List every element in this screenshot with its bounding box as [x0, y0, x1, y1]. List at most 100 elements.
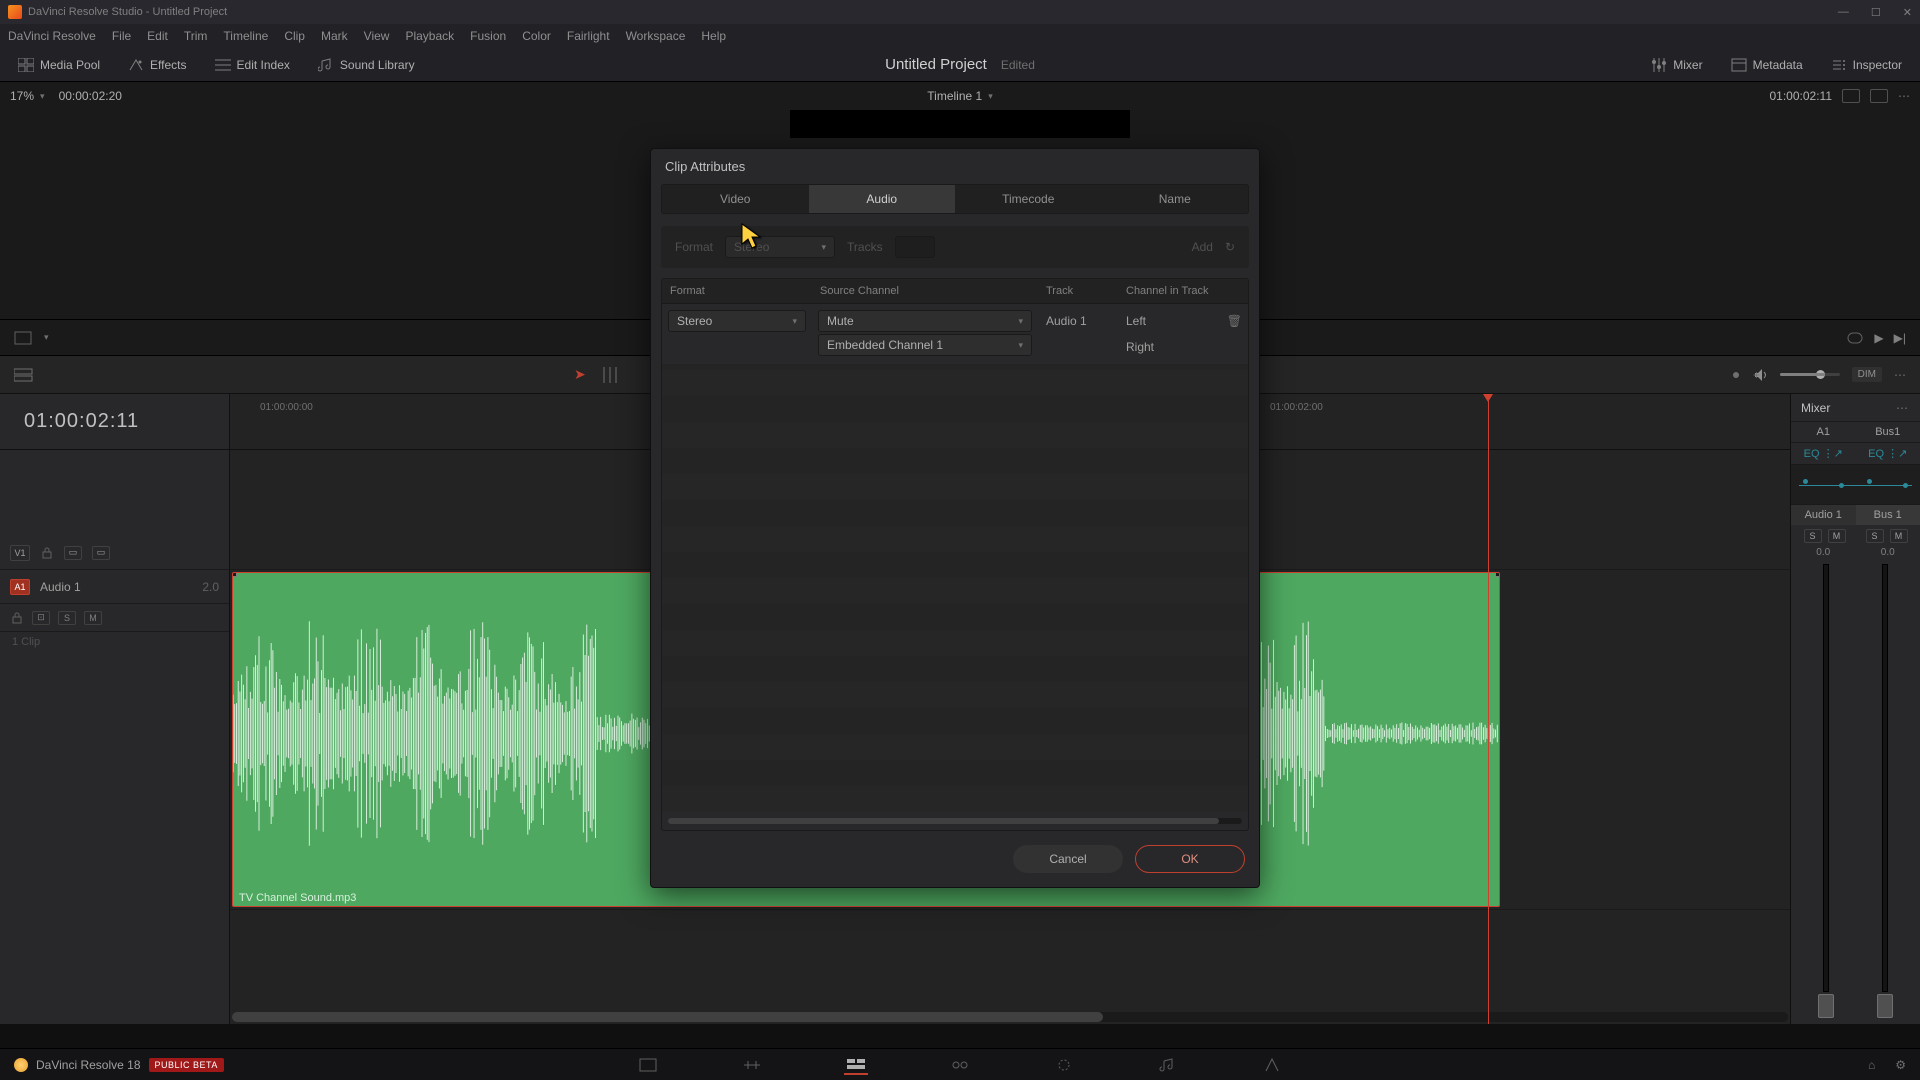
scrollbar-thumb[interactable] [232, 1012, 1103, 1022]
viewer-options-icon[interactable]: ⋯ [1898, 89, 1910, 103]
tab-timecode[interactable]: Timecode [955, 185, 1102, 213]
menu-davinci-resolve[interactable]: DaVinci Resolve [8, 29, 96, 43]
menu-trim[interactable]: Trim [184, 29, 208, 43]
add-button[interactable]: Add [1192, 240, 1213, 254]
mixer-eq-graph[interactable] [1791, 465, 1920, 505]
row-source-1-select[interactable]: Mute▾ [818, 310, 1032, 332]
v1-box[interactable]: V1 [10, 545, 30, 561]
menu-workspace[interactable]: Workspace [626, 29, 686, 43]
menu-fairlight[interactable]: Fairlight [567, 29, 610, 43]
menu-file[interactable]: File [112, 29, 131, 43]
cancel-button[interactable]: Cancel [1013, 845, 1123, 873]
tab-audio[interactable]: Audio [809, 185, 956, 213]
media-page-icon[interactable] [636, 1055, 660, 1075]
single-viewer-button[interactable] [1870, 89, 1888, 103]
mixer-bus1-mute[interactable]: M [1890, 529, 1908, 543]
tab-video[interactable]: Video [662, 185, 809, 213]
cut-page-icon[interactable] [740, 1055, 764, 1075]
edit-index-button[interactable]: Edit Index [209, 54, 296, 76]
v1-toggle-2[interactable]: ▭ [92, 546, 110, 560]
inspector-button[interactable]: Inspector [1825, 54, 1908, 76]
effects-button[interactable]: Effects [122, 54, 192, 76]
menu-view[interactable]: View [364, 29, 390, 43]
zoom-in-icon[interactable]: + [1753, 368, 1760, 382]
mixer-bus1-solo[interactable]: S [1866, 529, 1884, 543]
blade-tool-icon[interactable] [600, 367, 620, 383]
v1-toggle-1[interactable]: ▭ [64, 546, 82, 560]
timeline-name[interactable]: Timeline 1 [927, 89, 982, 103]
row-format-select[interactable]: Stereo▾ [668, 310, 806, 332]
menu-fusion[interactable]: Fusion [470, 29, 506, 43]
mixer-a1-solo[interactable]: S [1804, 529, 1822, 543]
metadata-button[interactable]: Metadata [1725, 54, 1809, 76]
project-settings-icon[interactable]: ⚙ [1895, 1058, 1906, 1072]
a1-auto-button[interactable]: ⊡ [32, 611, 50, 625]
mixer-a1-fader[interactable] [1818, 994, 1834, 1018]
record-timecode[interactable]: 01:00:02:11 [1769, 89, 1832, 103]
a1-box[interactable]: A1 [10, 579, 30, 595]
viewer-mode-chevron-icon[interactable]: ▾ [44, 332, 49, 343]
add-format-select[interactable]: Stereo▾ [725, 236, 835, 258]
page-nav-bar: DaVinci Resolve 18 PUBLIC BETA ⌂ ⚙ [0, 1048, 1920, 1080]
add-tracks-input[interactable] [895, 236, 935, 258]
mixer-bus1-fader[interactable] [1877, 994, 1893, 1018]
row-delete-icon[interactable]: 🗑 [1221, 308, 1248, 360]
table-scrollbar[interactable] [668, 818, 1242, 824]
project-manager-icon[interactable]: ⌂ [1868, 1058, 1875, 1072]
maximize-icon[interactable]: ☐ [1871, 6, 1881, 19]
menu-clip[interactable]: Clip [284, 29, 305, 43]
playhead[interactable] [1488, 394, 1489, 1024]
menu-timeline[interactable]: Timeline [223, 29, 268, 43]
row-source-2-select[interactable]: Embedded Channel 1▾ [818, 334, 1032, 356]
selection-tool-icon[interactable]: ➤ [574, 366, 586, 383]
home-icon[interactable] [14, 1058, 28, 1072]
media-pool-button[interactable]: Media Pool [12, 54, 106, 76]
sound-library-label: Sound Library [340, 58, 415, 72]
color-page-icon[interactable] [1052, 1055, 1076, 1075]
play-icon[interactable]: ▶ [1874, 331, 1883, 345]
timeline-chevron-icon[interactable]: ▾ [988, 91, 993, 102]
menu-color[interactable]: Color [522, 29, 551, 43]
next-clip-icon[interactable]: ▶| [1894, 331, 1906, 345]
timeline-scrollbar[interactable] [232, 1012, 1788, 1022]
video-track-header[interactable]: V1 ▭ ▭ [0, 536, 229, 570]
tab-name[interactable]: Name [1102, 185, 1249, 213]
audio-track-header[interactable]: A1 Audio 1 2.0 [0, 570, 229, 604]
minimize-icon[interactable]: — [1838, 6, 1849, 19]
mixer-options-icon[interactable]: ⋯ [1896, 401, 1910, 415]
zoom-out-icon[interactable] [1733, 372, 1739, 378]
menu-edit[interactable]: Edit [147, 29, 168, 43]
fairlight-page-icon[interactable] [1156, 1055, 1180, 1075]
sound-library-button[interactable]: Sound Library [312, 54, 421, 76]
zoom-chevron-icon[interactable]: ▾ [40, 91, 45, 102]
close-icon[interactable]: ✕ [1903, 6, 1912, 19]
mixer-toggle-button[interactable]: Mixer [1645, 54, 1708, 76]
source-timecode[interactable]: 00:00:02:20 [59, 89, 122, 103]
add-reset-icon[interactable]: ↻ [1225, 240, 1235, 254]
loop-icon[interactable] [1846, 331, 1864, 345]
match-frame-icon[interactable] [14, 331, 32, 345]
deliver-page-icon[interactable] [1260, 1055, 1284, 1075]
mixer-bus1-eq[interactable]: EQ ⋮↗ [1856, 443, 1920, 465]
clip-handle-left[interactable] [232, 572, 237, 577]
bypass-button[interactable] [1842, 89, 1860, 103]
timeline-timecode[interactable]: 01:00:02:11 [0, 394, 229, 450]
dim-button[interactable]: DIM [1852, 367, 1882, 382]
a1-solo-button[interactable]: S [58, 611, 76, 625]
menu-mark[interactable]: Mark [321, 29, 348, 43]
menu-help[interactable]: Help [701, 29, 726, 43]
viewer-zoom[interactable]: 17% [10, 89, 34, 103]
lock-icon[interactable] [40, 547, 54, 559]
volume-slider[interactable] [1780, 373, 1840, 376]
timeline-view-options-icon[interactable] [14, 367, 34, 383]
mixer-a1-mute[interactable]: M [1828, 529, 1846, 543]
edit-page-icon[interactable] [844, 1055, 868, 1075]
menu-playback[interactable]: Playback [405, 29, 454, 43]
clip-handle-right[interactable] [1495, 572, 1500, 577]
fusion-page-icon[interactable] [948, 1055, 972, 1075]
a1-mute-button[interactable]: M [84, 611, 102, 625]
a1-lock-icon[interactable] [10, 612, 24, 624]
timeline-options-icon[interactable]: ⋯ [1894, 368, 1906, 382]
ok-button[interactable]: OK [1135, 845, 1245, 873]
mixer-a1-eq[interactable]: EQ ⋮↗ [1791, 443, 1856, 465]
